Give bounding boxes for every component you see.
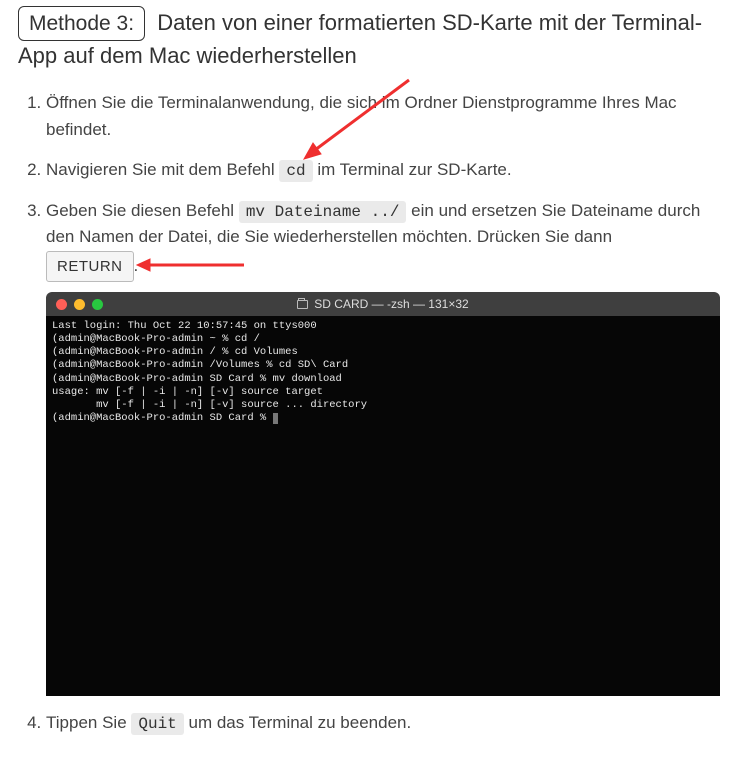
step-4: Tippen Sie Quit um das Terminal zu beend…: [46, 710, 720, 737]
minimize-icon[interactable]: [74, 299, 85, 310]
step-4-text-a: Tippen Sie: [46, 713, 131, 732]
cd-command-code: cd: [279, 160, 312, 182]
terminal-body[interactable]: Last login: Thu Oct 22 10:57:45 on ttys0…: [46, 316, 720, 696]
step-2-text-b: im Terminal zur SD-Karte.: [313, 160, 512, 179]
terminal-title: SD CARD — -zsh — 131×32: [46, 295, 720, 314]
close-icon[interactable]: [56, 299, 67, 310]
maximize-icon[interactable]: [92, 299, 103, 310]
step-3-dot: .: [134, 256, 139, 275]
terminal-titlebar: SD CARD — -zsh — 131×32: [46, 292, 720, 316]
folder-icon: [297, 300, 308, 309]
terminal-line: Last login: Thu Oct 22 10:57:45 on ttys0…: [52, 320, 317, 332]
quit-command-code: Quit: [131, 713, 183, 735]
mv-command-code: mv Dateiname ../: [239, 201, 407, 223]
method-tag: Methode 3:: [18, 6, 145, 41]
terminal-cursor: [273, 413, 278, 424]
steps-list: Öffnen Sie die Terminalanwendung, die si…: [18, 90, 720, 737]
terminal-line: (admin@MacBook-Pro-admin ~ % cd /: [52, 333, 260, 345]
return-key-button: RETURN: [46, 251, 134, 282]
step-2: Navigieren Sie mit dem Befehl cd im Term…: [46, 157, 720, 184]
arrow-to-return-icon: [134, 255, 249, 275]
step-1: Öffnen Sie die Terminalanwendung, die si…: [46, 90, 720, 143]
terminal-title-text: SD CARD — -zsh — 131×32: [314, 295, 468, 314]
step-3-text-a: Geben Sie diesen Befehl: [46, 201, 239, 220]
step-4-text-b: um das Terminal zu beenden.: [184, 713, 411, 732]
window-controls: [56, 299, 103, 310]
terminal-line: usage: mv [-f | -i | -n] [-v] source tar…: [52, 386, 323, 398]
step-2-text-a: Navigieren Sie mit dem Befehl: [46, 160, 279, 179]
step-3: Geben Sie diesen Befehl mv Dateiname ../…: [46, 198, 720, 696]
terminal-line: (admin@MacBook-Pro-admin SD Card %: [52, 412, 273, 424]
terminal-window: SD CARD — -zsh — 131×32 Last login: Thu …: [46, 292, 720, 696]
step-1-text: Öffnen Sie die Terminalanwendung, die si…: [46, 93, 677, 138]
method-heading: Methode 3: Daten von einer formatierten …: [18, 6, 720, 72]
terminal-line: (admin@MacBook-Pro-admin SD Card % mv do…: [52, 373, 342, 385]
terminal-line: (admin@MacBook-Pro-admin /Volumes % cd S…: [52, 359, 348, 371]
terminal-line: (admin@MacBook-Pro-admin / % cd Volumes: [52, 346, 298, 358]
terminal-line: mv [-f | -i | -n] [-v] source ... direct…: [52, 399, 367, 411]
